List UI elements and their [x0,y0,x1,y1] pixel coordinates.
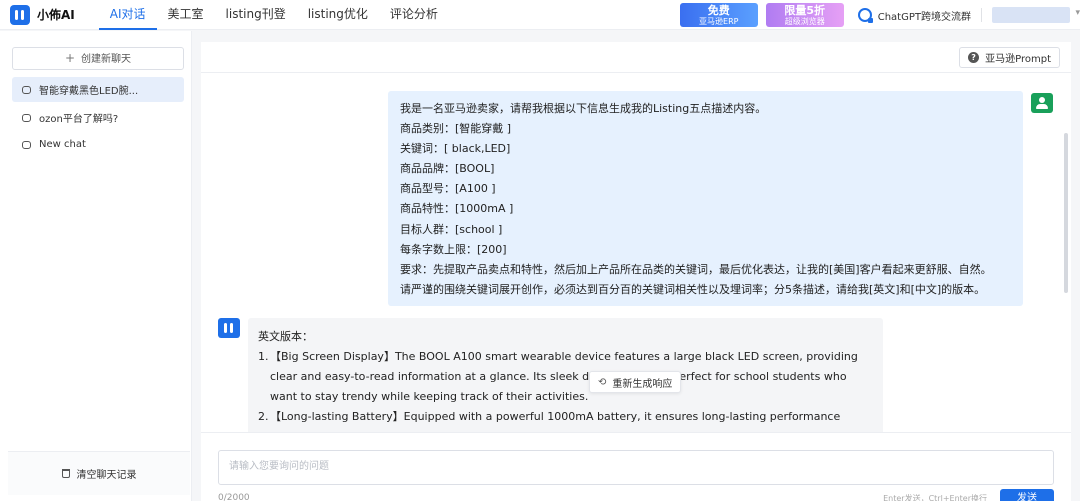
bot-item-text: 【Big Screen Display】The BOOL A100 smart … [270,350,858,403]
amazon-prompt-button[interactable]: ? 亚马逊Prompt [959,47,1060,68]
chat-group-icon [857,8,873,23]
sidebar: + 创建新聊天 智能穿戴黑色LED腕... ozon平台了解吗? New chat… [0,31,192,501]
chatgpt-group-link[interactable]: ChatGPT跨境交流群 [857,8,971,23]
message-line: 请严谨的围绕关键词展开创作，必须达到百分百的关键词相关性以及埋词率；分5条描述，… [400,282,986,296]
message-line: 商品品牌：[BOOL] [400,162,495,176]
message-line: 商品型号：[A100 ] [400,182,496,196]
refresh-icon: ⟲ [598,376,607,388]
new-chat-button[interactable]: + 创建新聊天 [12,47,184,70]
regenerate-label: 重新生成响应 [612,378,673,390]
tab-listing-publish[interactable]: listing刊登 [215,0,297,30]
message-line: 我是一名亚马逊卖家，请帮我根据以下信息生成我的Listing五点描述内容。 [400,102,767,115]
bot-item-number: 2. [258,410,269,423]
promo-erp-title: 免费 [707,4,730,17]
message-line: 关键词：[ black,LED] [400,142,511,156]
bot-avatar-icon [218,318,240,338]
logo-icon [10,4,30,25]
new-chat-label: 创建新聊天 [81,54,132,65]
trash-icon [61,469,70,478]
bot-list-item: 2. 【Long-lasting Battery】Equipped with a… [258,407,873,432]
message-line: 目标人群：[school ] [400,222,503,236]
input-area: 0/2000 Enter发送，Ctrl+Enter换行 发送 [201,432,1071,501]
message-line: 每条字数上限：[200] [400,242,507,256]
tab-design-studio[interactable]: 美工室 [157,0,215,30]
logo-text: 小佈AI [37,8,75,22]
question-icon: ? [968,52,980,63]
promo-erp-banner[interactable]: 免费 亚马逊ERP [679,3,758,27]
chat-input[interactable] [218,450,1054,485]
user-message: 我是一名亚马逊卖家，请帮我根据以下信息生成我的Listing五点描述内容。 商品… [388,91,1023,306]
header-right: 免费 亚马逊ERP 限量5折 超级浏览器 ChatGPT跨境交流群 [679,0,1080,30]
chatgpt-group-label: ChatGPT跨境交流群 [877,11,971,23]
app-logo[interactable]: 小佈AI [10,4,75,25]
clear-history-label: 清空聊天记录 [76,470,137,481]
plus-icon: + [64,51,76,65]
send-button[interactable]: 发送 [1000,489,1054,501]
clear-history-button[interactable]: 清空聊天记录 [8,451,190,495]
sidebar-session-item[interactable]: ozon平台了解吗? [12,105,184,130]
user-avatar-icon [1031,93,1053,113]
chat-bubble-icon [22,140,31,149]
char-counter: 0/2000 [218,493,250,501]
bot-message-heading: 英文版本： [258,330,313,343]
chat-bubble-icon [22,113,31,122]
bot-list-item: 1. 【Big Screen Display】The BOOL A100 sma… [258,347,873,407]
message-line: 商品类别：[智能穿戴 ] [400,122,512,136]
chat-bubble-icon [22,85,31,94]
message-line: 商品特性：[1000mA ] [400,202,514,216]
promo-erp-subtitle: 亚马逊ERP [699,17,739,26]
promo-browser-subtitle: 超级浏览器 [784,17,825,26]
sidebar-session-item[interactable]: 智能穿戴黑色LED腕... [12,77,184,102]
nav-tabs: AI对话 美工室 listing刊登 listing优化 评论分析 [98,0,449,30]
regenerate-button[interactable]: ⟲ 重新生成响应 [589,371,682,393]
bot-item-number: 1. [258,350,269,363]
chat-panel: ? 亚马逊Prompt 我是一名亚马逊卖家，请帮我根据以下信息生成我的Listi… [201,42,1071,501]
promo-browser-title: 限量5折 [784,4,826,17]
tab-ai-chat[interactable]: AI对话 [98,0,157,30]
account-menu[interactable] [992,7,1080,23]
session-label: 智能穿戴黑色LED腕... [39,86,139,97]
top-nav-bar: 小佈AI AI对话 美工室 listing刊登 listing优化 评论分析 免… [0,0,1080,30]
bot-item-text: 【Long-lasting Battery】Equipped with a po… [270,410,853,432]
header-divider [981,8,982,22]
message-line: 要求：先提取产品卖点和特性，然后加上产品所在品类的关键词，最后优化表达，让我的[… [400,262,992,276]
keyboard-hint: Enter发送，Ctrl+Enter换行 [883,494,987,501]
amazon-prompt-label: 亚马逊Prompt [985,54,1051,65]
session-label: ozon平台了解吗? [39,114,119,125]
session-label: New chat [39,139,86,150]
tab-listing-optimize[interactable]: listing优化 [297,0,379,30]
chat-scrollbar[interactable] [1064,133,1068,293]
sidebar-session-item[interactable]: New chat [12,132,184,157]
bot-message: 英文版本： 1. 【Big Screen Display】The BOOL A1… [248,318,883,432]
tab-review-analysis[interactable]: 评论分析 [379,0,449,30]
promo-browser-banner[interactable]: 限量5折 超级浏览器 [765,3,844,27]
